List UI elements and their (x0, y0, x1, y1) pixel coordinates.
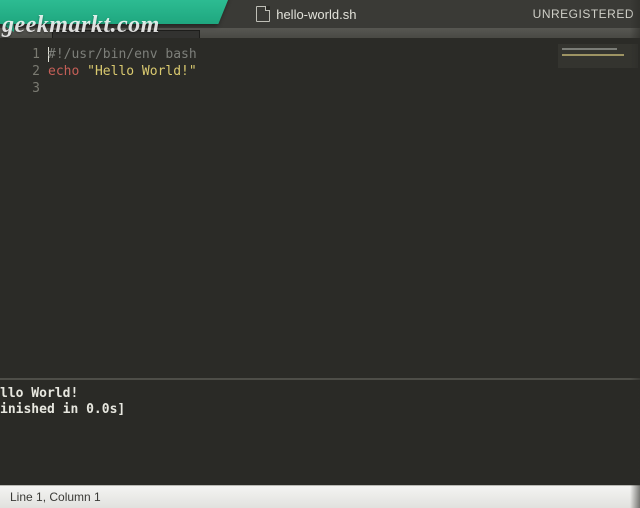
line-number: 2 (0, 63, 40, 80)
editor-area[interactable]: 1 2 3 #!/usr/bin/env bash echo "Hello Wo… (0, 38, 640, 380)
minimap-line (562, 48, 617, 50)
code-content[interactable]: #!/usr/bin/env bash echo "Hello World!" (48, 46, 197, 80)
line-number: 3 (0, 80, 40, 97)
echo-keyword: echo (48, 64, 79, 79)
build-output-panel[interactable]: llo World! inished in 0.0s] (0, 378, 640, 486)
shebang-comment: #!/usr/bin/env bash (48, 47, 197, 62)
line-number-gutter: 1 2 3 (0, 38, 48, 380)
registration-status: UNREGISTERED (533, 7, 640, 21)
status-bar: Line 1, Column 1 (0, 485, 640, 508)
code-line: #!/usr/bin/env bash (48, 46, 197, 63)
output-line: inished in 0.0s] (0, 402, 640, 418)
minimap[interactable] (558, 44, 638, 68)
active-file-tab[interactable]: hello-world.sh (80, 6, 533, 22)
minimap-line (562, 54, 624, 56)
file-icon (256, 6, 270, 22)
build-output-text: llo World! inished in 0.0s] (0, 380, 640, 418)
title-tab-bar: hello-world.sh UNREGISTERED (0, 0, 640, 28)
cursor-position[interactable]: Line 1, Column 1 (10, 490, 101, 504)
active-file-name: hello-world.sh (276, 7, 356, 22)
code-line: echo "Hello World!" (48, 63, 197, 80)
line-number: 1 (0, 46, 40, 63)
output-line: llo World! (0, 386, 640, 402)
string-literal: "Hello World!" (87, 64, 197, 79)
